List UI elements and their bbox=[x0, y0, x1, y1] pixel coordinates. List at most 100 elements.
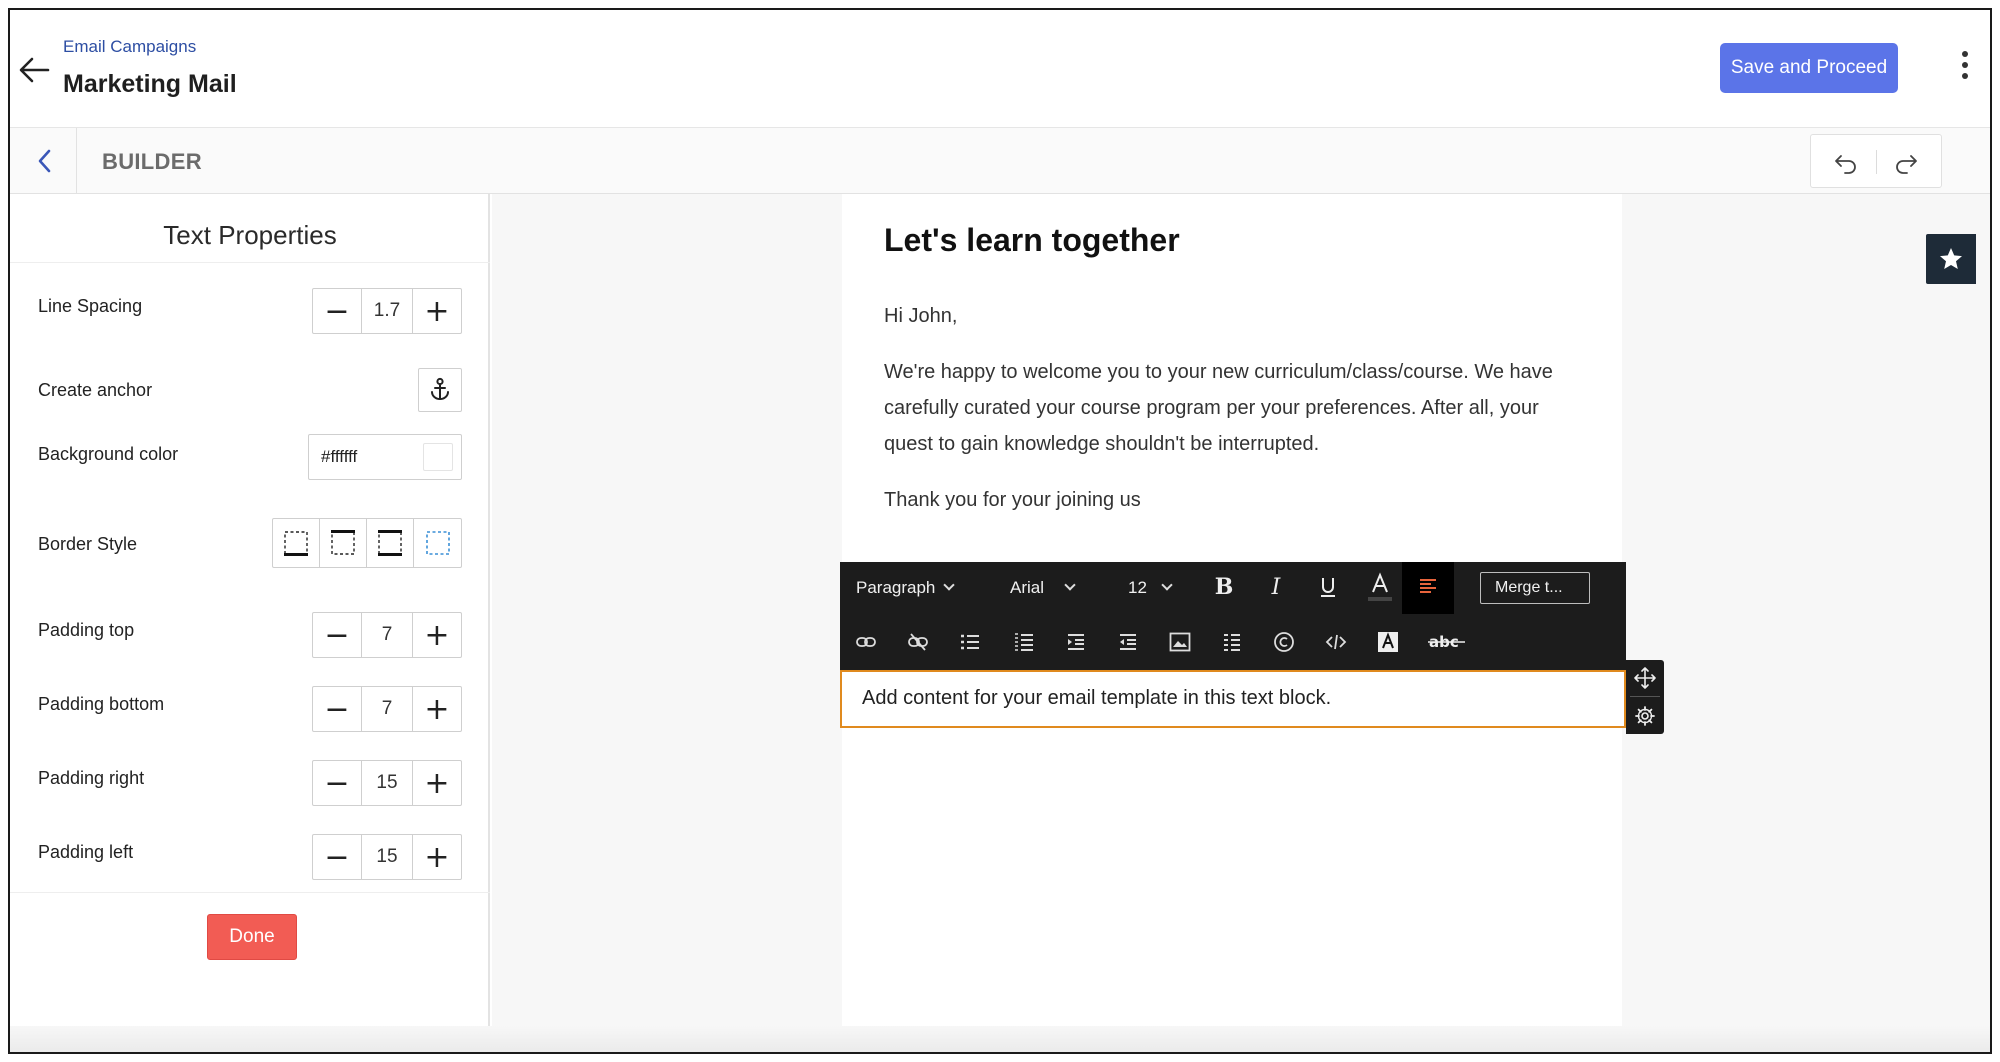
line-spacing-label: Line Spacing bbox=[38, 296, 143, 316]
indent-icon[interactable] bbox=[1058, 624, 1094, 660]
email-greeting[interactable]: Hi John, bbox=[884, 298, 1584, 334]
numbered-list-icon[interactable] bbox=[1006, 624, 1042, 660]
anchor-icon bbox=[431, 377, 449, 400]
builder-bar: BUILDER bbox=[10, 128, 1990, 194]
save-and-proceed-button[interactable]: Save and Proceed bbox=[1720, 43, 1898, 93]
background-color-field[interactable]: #ffffff bbox=[308, 434, 462, 480]
padding-top-value[interactable]: 7 bbox=[361, 613, 413, 657]
padding-bottom-stepper: − 7 + bbox=[312, 686, 462, 732]
line-spacing-stepper: − 1.7 + bbox=[312, 288, 462, 334]
divider bbox=[10, 262, 490, 263]
divider bbox=[1876, 150, 1877, 174]
done-button[interactable]: Done bbox=[207, 914, 297, 960]
outdent-icon[interactable] bbox=[1110, 624, 1146, 660]
font-dropdown[interactable]: Arial bbox=[1010, 578, 1076, 598]
font-label: Arial bbox=[1010, 578, 1045, 597]
increment-button[interactable]: + bbox=[413, 761, 461, 805]
paragraph-label: Paragraph bbox=[856, 578, 936, 597]
gear-icon[interactable] bbox=[1633, 704, 1657, 728]
decrement-button[interactable]: − bbox=[313, 289, 361, 333]
link-icon[interactable] bbox=[848, 624, 884, 660]
padding-right-value[interactable]: 15 bbox=[361, 761, 413, 805]
padding-left-label: Padding left bbox=[38, 842, 134, 862]
decrement-button[interactable]: − bbox=[313, 687, 361, 731]
padding-top-label: Padding top bbox=[38, 620, 135, 640]
undo-icon[interactable] bbox=[1831, 147, 1861, 177]
merge-tags-button[interactable]: Merge t... bbox=[1480, 572, 1590, 604]
font-size-dropdown[interactable]: 12 bbox=[1128, 578, 1173, 598]
create-anchor-label: Create anchor bbox=[38, 380, 153, 400]
increment-button[interactable]: + bbox=[413, 289, 461, 333]
decrement-button[interactable]: − bbox=[313, 613, 361, 657]
border-top-icon[interactable] bbox=[320, 519, 367, 567]
text-block-content[interactable]: Add content for your email template in t… bbox=[862, 687, 1331, 710]
more-options-icon[interactable] bbox=[1955, 48, 1975, 88]
builder-title: BUILDER bbox=[102, 149, 202, 174]
panel-title: Text Properties bbox=[163, 220, 337, 250]
text-background-icon[interactable] bbox=[1370, 624, 1406, 660]
text-properties-panel: Text Properties Line Spacing − 1.7 + Cre… bbox=[10, 194, 490, 1052]
undo-redo-group bbox=[1810, 134, 1942, 188]
increment-button[interactable]: + bbox=[413, 613, 461, 657]
chevron-down-icon bbox=[1161, 579, 1173, 591]
border-bottom-icon[interactable] bbox=[273, 519, 320, 567]
increment-button[interactable]: + bbox=[413, 687, 461, 731]
border-style-label: Border Style bbox=[38, 534, 138, 554]
toolbar-row-format: Paragraph Arial 12 B I Merge t... bbox=[840, 562, 1626, 614]
redo-icon[interactable] bbox=[1891, 147, 1921, 177]
chevron-down-icon bbox=[943, 579, 956, 591]
code-icon[interactable] bbox=[1318, 624, 1354, 660]
background-color-label: Background color bbox=[38, 444, 179, 464]
decrement-button[interactable]: − bbox=[313, 761, 361, 805]
italic-icon[interactable]: I bbox=[1258, 569, 1294, 605]
background-color-value[interactable]: #ffffff bbox=[321, 447, 357, 467]
color-swatch[interactable] bbox=[423, 443, 453, 471]
padding-right-stepper: − 15 + bbox=[312, 760, 462, 806]
block-tools bbox=[1626, 660, 1664, 734]
line-spacing-value[interactable]: 1.7 bbox=[361, 289, 413, 333]
font-size-label: 12 bbox=[1128, 578, 1147, 597]
bottom-shadow bbox=[10, 1026, 1990, 1052]
bold-icon[interactable]: B bbox=[1206, 569, 1242, 605]
border-none-icon[interactable] bbox=[414, 519, 461, 567]
align-left-icon[interactable] bbox=[1410, 569, 1446, 605]
breadcrumb[interactable]: Email Campaigns bbox=[63, 37, 196, 57]
unlink-icon[interactable] bbox=[900, 624, 936, 660]
rich-text-toolbar: Paragraph Arial 12 B I Merge t... abc bbox=[840, 562, 1626, 670]
top-header: Email Campaigns Marketing Mail Save and … bbox=[10, 10, 1990, 128]
divider bbox=[10, 892, 490, 893]
copyright-icon[interactable] bbox=[1266, 624, 1302, 660]
divider bbox=[1630, 696, 1660, 697]
increment-button[interactable]: + bbox=[413, 835, 461, 879]
bullet-list-icon[interactable] bbox=[952, 624, 988, 660]
app-window: Email Campaigns Marketing Mail Save and … bbox=[8, 8, 1992, 1054]
image-icon[interactable] bbox=[1162, 624, 1198, 660]
chevron-down-icon bbox=[1064, 579, 1076, 591]
email-closing[interactable]: Thank you for your joining us bbox=[884, 482, 1584, 518]
padding-top-stepper: − 7 + bbox=[312, 612, 462, 658]
back-arrow-icon[interactable] bbox=[14, 50, 54, 90]
border-style-options bbox=[272, 518, 462, 568]
padding-bottom-label: Padding bottom bbox=[38, 694, 165, 714]
underline-icon[interactable] bbox=[1310, 569, 1346, 605]
padding-left-value[interactable]: 15 bbox=[361, 835, 413, 879]
page-title: Marketing Mail bbox=[63, 70, 237, 98]
chevron-left-icon[interactable] bbox=[30, 145, 60, 177]
border-top-bottom-icon[interactable] bbox=[367, 519, 414, 567]
toolbar-row-insert: abc bbox=[840, 614, 1626, 670]
selected-text-block[interactable]: Add content for your email template in t… bbox=[840, 670, 1626, 728]
anchor-button[interactable] bbox=[418, 368, 462, 412]
decrement-button[interactable]: − bbox=[313, 835, 361, 879]
padding-bottom-value[interactable]: 7 bbox=[361, 687, 413, 731]
strikethrough-icon[interactable]: abc bbox=[1424, 624, 1470, 660]
move-icon[interactable] bbox=[1633, 666, 1657, 690]
table-icon[interactable] bbox=[1214, 624, 1250, 660]
paragraph-dropdown[interactable]: Paragraph bbox=[856, 578, 956, 598]
favorite-star-icon[interactable] bbox=[1926, 234, 1976, 284]
font-color-icon[interactable] bbox=[1362, 569, 1398, 605]
padding-right-label: Padding right bbox=[38, 768, 145, 788]
email-body[interactable]: We're happy to welcome you to your new c… bbox=[884, 354, 1584, 462]
padding-left-stepper: − 15 + bbox=[312, 834, 462, 880]
email-heading[interactable]: Let's learn together bbox=[884, 222, 1180, 259]
divider bbox=[76, 128, 77, 194]
